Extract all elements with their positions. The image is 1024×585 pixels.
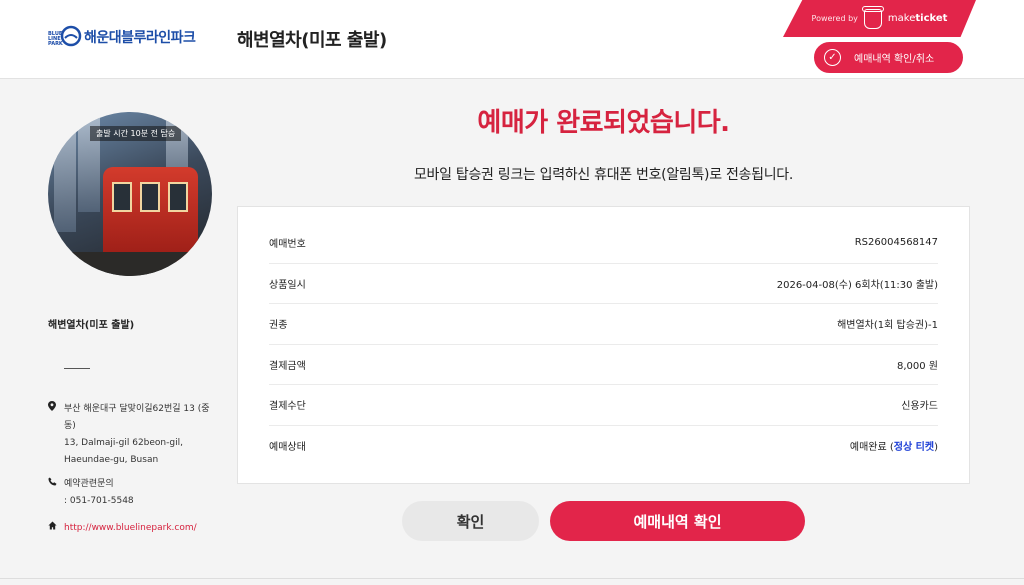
status-value: 예매완료 (정상 티켓) [850, 438, 938, 453]
detail-value: RS26004568147 [854, 237, 938, 249]
logo-text: 해운대블루라인파크 [84, 30, 196, 46]
sidebar: 출발 시간 10분 전 탑승 [48, 112, 218, 276]
home-icon [48, 520, 64, 537]
photo-caption: 출발 시간 10분 전 탑승 [90, 126, 182, 141]
address-block: 부산 해운대구 달맞이길62번길 13 (중동) 13, Dalmaji-gil… [48, 401, 213, 469]
completion-title: 예매가 완료되었습니다. [477, 108, 730, 138]
detail-row-reservation-status: 예매상태 예매완료 (정상 티켓) [269, 426, 938, 467]
location-pin-icon [48, 401, 64, 469]
logo-small-text: BLUE LINE PARK [48, 31, 63, 47]
product-photo: 출발 시간 10분 전 탑승 [48, 112, 212, 276]
check-circle-icon: ✓ [824, 49, 841, 66]
brand-light: make [887, 13, 916, 24]
confirm-button[interactable]: 확인 [402, 501, 539, 541]
reservation-details-card: 예매번호 RS26004568147 상품일시 2026-04-08(수) 6회… [237, 206, 970, 484]
status-text: 예매완료 ( [849, 442, 894, 454]
detail-row-payment-amount: 결제금액 8,000 원 [269, 345, 938, 385]
detail-label: 결제수단 [269, 401, 306, 413]
completion-subtitle: 모바일 탑승권 링크는 입력하신 휴대폰 번호(알림톡)로 전송됩니다. [413, 167, 794, 183]
detail-row-payment-method: 결제수단 신용카드 [269, 385, 938, 426]
detail-row-ticket-type: 권종 해변열차(1회 탑승권)-1 [269, 304, 938, 345]
contact-phone: : 051-701-5548 [64, 496, 134, 506]
detail-label: 권종 [269, 320, 288, 332]
detail-label: 결제금액 [269, 360, 306, 372]
sidebar-product-name: 해변열차(미포 출발) [48, 320, 135, 331]
detail-value: 8,000 원 [896, 360, 938, 372]
detail-row-product-datetime: 상품일시 2026-04-08(수) 6회차(11:30 출발) [269, 264, 938, 304]
check-reservation-button[interactable]: 예매내역 확인 [550, 501, 805, 541]
detail-row-reservation-number: 예매번호 RS26004568147 [269, 223, 938, 264]
reservation-check-cancel-button[interactable]: ✓ 예매내역 확인/취소 [814, 42, 963, 73]
maketicket-cup-icon [861, 5, 884, 29]
contact-block: 예약관련문의 : 051-701-5548 [48, 476, 213, 510]
detail-value: 2026-04-08(수) 6회차(11:30 출발) [776, 279, 938, 291]
maketicket-brand: maketicket [888, 13, 948, 24]
reservation-button-label: 예매내역 확인/취소 [854, 54, 935, 65]
contact-label: 예약관련문의 [64, 479, 114, 489]
powered-by-banner: Powered by maketicket [783, 0, 976, 37]
page-title: 해변열차(미포 출발) [237, 30, 387, 51]
detail-value: 신용카드 [901, 401, 938, 413]
detail-value: 해변열차(1회 탑승권)-1 [837, 320, 938, 332]
phone-icon [48, 476, 64, 510]
website-link[interactable]: http://www.bluelinepark.com/ [64, 520, 197, 537]
footer-divider [0, 578, 1024, 579]
website-block: http://www.bluelinepark.com/ [48, 520, 213, 537]
status-suffix: ) [934, 442, 938, 454]
logo-mark-icon: BLUE LINE PARK [48, 24, 82, 50]
sidebar-divider [64, 368, 90, 369]
detail-label: 예매상태 [269, 442, 306, 454]
brand-bold: ticket [915, 13, 948, 24]
detail-label: 상품일시 [269, 279, 306, 291]
valid-ticket-link[interactable]: 정상 티켓 [894, 442, 934, 453]
detail-label: 예매번호 [269, 239, 306, 251]
powered-by-label: Powered by [811, 14, 858, 23]
address-english: 13, Dalmaji-gil 62beon-gil, Haeundae-gu,… [64, 438, 183, 465]
park-logo[interactable]: BLUE LINE PARK 해운대블루라인파크 [48, 24, 196, 50]
address-korean: 부산 해운대구 달맞이길62번길 13 (중동) [64, 404, 210, 431]
header: BLUE LINE PARK 해운대블루라인파크 해변열차(미포 출발) Pow… [0, 0, 1024, 79]
